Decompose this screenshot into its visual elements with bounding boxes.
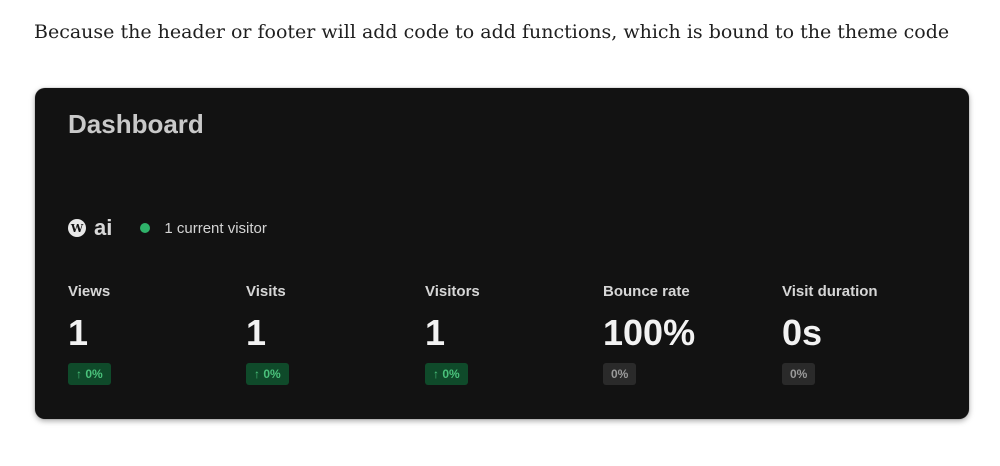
dashboard-title: Dashboard: [68, 109, 204, 139]
site-row: W ai 1 current visitor: [68, 215, 267, 241]
stat-value: 100%: [603, 312, 696, 353]
stat-change-badge: ↑ 0%: [68, 363, 111, 385]
stat-value: 0s: [782, 312, 823, 353]
wordpress-icon: W: [68, 219, 86, 237]
stat-label: Views: [68, 283, 111, 300]
stat-change-badge: ↑ 0%: [425, 363, 468, 385]
intro-paragraph: Because the header or footer will add co…: [34, 21, 950, 43]
stat-change-badge: 0%: [782, 363, 816, 385]
current-visitors-text[interactable]: 1 current visitor: [164, 220, 267, 237]
stat-change-badge: 0%: [603, 363, 637, 385]
stat-change-badge: ↑ 0%: [246, 363, 289, 385]
stat-label: Visits: [246, 283, 286, 300]
stat-visit-duration[interactable]: Visit duration 0s 0%: [782, 283, 952, 385]
stat-label: Visit duration: [782, 283, 878, 300]
live-status-dot-icon: [140, 223, 151, 233]
stat-views[interactable]: Views 1 ↑ 0%: [68, 283, 238, 385]
stat-visitors[interactable]: Visitors 1 ↑ 0%: [425, 283, 595, 385]
stat-bounce-rate[interactable]: Bounce rate 100% 0%: [603, 283, 773, 385]
dashboard-card: Dashboard W ai 1 current visitor Views 1…: [35, 88, 969, 419]
stat-value: 1: [68, 312, 89, 353]
stat-label: Visitors: [425, 283, 480, 300]
site-name[interactable]: ai: [94, 215, 112, 241]
stat-value: 1: [425, 312, 446, 353]
stat-value: 1: [246, 312, 267, 353]
stat-visits[interactable]: Visits 1 ↑ 0%: [246, 283, 416, 385]
stat-label: Bounce rate: [603, 283, 690, 300]
